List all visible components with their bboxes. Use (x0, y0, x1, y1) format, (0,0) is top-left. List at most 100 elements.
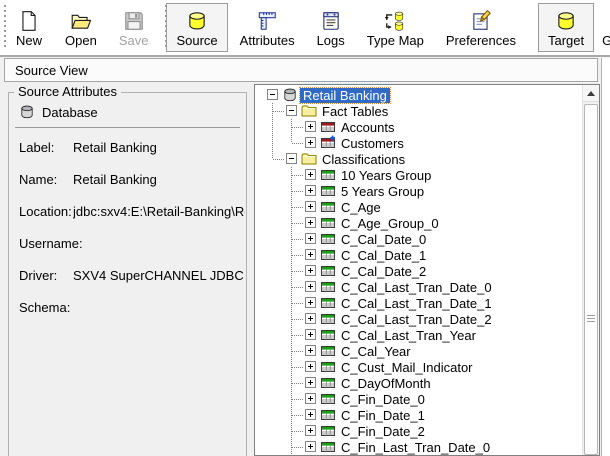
tree-expander-icon[interactable] (301, 263, 320, 279)
tree-guide-line (263, 391, 282, 407)
tree-row-customers[interactable]: Customers (255, 135, 582, 151)
toolbar-button-attributes[interactable]: Attributes (230, 3, 305, 52)
tree-node-label: 5 Years Group (338, 184, 427, 199)
tree-row-c-fin-last-tran-date-0[interactable]: C_Fin_Last_Tran_Date_0 (255, 439, 582, 455)
database-gray-icon (19, 104, 35, 120)
tree-row-c-cal-last-tran-date-2[interactable]: C_Cal_Last_Tran_Date_2 (255, 311, 582, 327)
tree-row-c-cust-mail-indicator[interactable]: C_Cust_Mail_Indicator (255, 359, 582, 375)
tree-guide-line (263, 295, 282, 311)
tree-guide-line (263, 151, 282, 167)
toolbar-button-source[interactable]: Source (166, 3, 227, 52)
attribute-field-value: jdbc:sxv4:E:\Retail-Banking\RetailBa (73, 204, 245, 219)
tree-guide-line (282, 439, 301, 455)
tree-row-c-cal-date-0[interactable]: C_Cal_Date_0 (255, 231, 582, 247)
tree-row-c-cal-last-tran-year[interactable]: C_Cal_Last_Tran_Year (255, 327, 582, 343)
tree-node-label: C_Cal_Year (338, 344, 414, 359)
tree-row-5-years-group[interactable]: 5 Years Group (255, 183, 582, 199)
scrollbar-up-button[interactable] (583, 85, 599, 102)
tree-row-c-cal-last-tran-date-1[interactable]: C_Cal_Last_Tran_Date_1 (255, 295, 582, 311)
tree-node-label: C_Cal_Date_1 (338, 248, 429, 263)
tree-row-retail-banking[interactable]: Retail Banking (255, 87, 582, 103)
tree-expander-icon[interactable] (301, 359, 320, 375)
toolbar-button-type-map[interactable]: Type Map (357, 3, 434, 52)
classification-table-icon (320, 423, 336, 439)
classification-table-icon (320, 199, 336, 215)
attribute-field-schema: Schema: (9, 291, 245, 323)
toolbar-button-new[interactable]: New (5, 3, 53, 52)
tree-row-fact-tables[interactable]: Fact Tables (255, 103, 582, 119)
toolbar-button-preferences[interactable]: Preferences (436, 3, 526, 52)
tree-row-c-age[interactable]: C_Age (255, 199, 582, 215)
database-icon (186, 10, 208, 32)
tree-expander-icon[interactable] (301, 119, 320, 135)
classification-table-icon (320, 407, 336, 423)
attribute-field-label: Label: Retail Banking (9, 131, 245, 163)
tree-guide-line (282, 327, 301, 343)
toolbar-button-g[interactable]: G (599, 3, 610, 52)
tree-row-c-cal-date-1[interactable]: C_Cal_Date_1 (255, 247, 582, 263)
tree-row-c-cal-date-2[interactable]: C_Cal_Date_2 (255, 263, 582, 279)
tree-expander-icon[interactable] (301, 311, 320, 327)
tree-expander-icon[interactable] (301, 375, 320, 391)
tree-expander-icon[interactable] (301, 407, 320, 423)
tree-guide-line (263, 119, 282, 135)
toolbar-button-save[interactable]: Save (109, 3, 159, 52)
attribute-field-label: Location: (19, 204, 73, 219)
tree-expander-icon[interactable] (301, 327, 320, 343)
tree-expander-icon[interactable] (301, 391, 320, 407)
tree-node-label: C_Fin_Date_1 (338, 408, 428, 423)
scrollbar-thumb-grip-icon (587, 315, 595, 323)
tree-expander-icon[interactable] (282, 103, 301, 119)
attribute-field-value: Retail Banking (73, 172, 245, 187)
toolbar-button-target[interactable]: Target (538, 3, 594, 52)
tree-expander-icon[interactable] (282, 151, 301, 167)
attribute-field-driver: Driver: SXV4 SuperCHANNEL JDBC Driver (9, 259, 245, 291)
tree-row-classifications[interactable]: Classifications (255, 151, 582, 167)
toolbar-button-logs[interactable]: Logs (307, 3, 355, 52)
attribute-field-name: Name: Retail Banking (9, 163, 245, 195)
logs-notepad-icon (320, 10, 342, 32)
tree-row-c-fin-date-2[interactable]: C_Fin_Date_2 (255, 423, 582, 439)
tree-row-c-cal-year[interactable]: C_Cal_Year (255, 343, 582, 359)
attributes-field-list: Label: Retail Banking Name: Retail Banki… (9, 131, 245, 323)
tree-guide-line (282, 423, 301, 439)
tree-row-10-years-group[interactable]: 10 Years Group (255, 167, 582, 183)
tree-guide-line (263, 263, 282, 279)
tree-node-label: Fact Tables (319, 104, 391, 119)
tree-expander-icon[interactable] (301, 439, 320, 455)
tree-expander-icon[interactable] (301, 215, 320, 231)
tree-guide-line (263, 343, 282, 359)
tree-expander-icon[interactable] (263, 87, 282, 103)
tree-node-label: C_Fin_Last_Tran_Date_0 (338, 440, 493, 455)
classification-table-icon (320, 327, 336, 343)
tree-expander-icon[interactable] (301, 247, 320, 263)
tree-row-c-fin-date-0[interactable]: C_Fin_Date_0 (255, 391, 582, 407)
tree-expander-icon[interactable] (301, 167, 320, 183)
classification-table-icon (320, 215, 336, 231)
tree-expander-icon[interactable] (301, 135, 320, 151)
tree-node-label: C_Cal_Last_Tran_Year (338, 328, 479, 343)
tree-expander-icon[interactable] (301, 199, 320, 215)
tree-row-c-fin-date-1[interactable]: C_Fin_Date_1 (255, 407, 582, 423)
tree-node-label: C_Age_Group_0 (338, 216, 442, 231)
tree-expander-icon[interactable] (301, 295, 320, 311)
scrollbar-thumb[interactable] (584, 104, 598, 455)
classification-table-icon (320, 343, 336, 359)
tree-row-c-dayofmonth[interactable]: C_DayOfMonth (255, 375, 582, 391)
tree-node-label: C_Cal_Date_0 (338, 232, 429, 247)
tree-expander-icon[interactable] (301, 343, 320, 359)
tree-scrollbar[interactable] (582, 85, 599, 455)
tree-expander-icon[interactable] (301, 231, 320, 247)
tree-expander-icon[interactable] (301, 183, 320, 199)
source-attributes-group: Source Attributes Database Label: Retail… (8, 92, 247, 456)
tree-guide-line (282, 215, 301, 231)
tree-expander-icon[interactable] (301, 279, 320, 295)
toolbar-button-open[interactable]: Open (55, 3, 107, 52)
tree-row-accounts[interactable]: Accounts (255, 119, 582, 135)
tree-node-label: C_Cal_Last_Tran_Date_1 (338, 296, 495, 311)
tree-guide-line (263, 199, 282, 215)
tree-expander-icon[interactable] (301, 423, 320, 439)
tree-row-c-cal-last-tran-date-0[interactable]: C_Cal_Last_Tran_Date_0 (255, 279, 582, 295)
tree-row-c-age-group-0[interactable]: C_Age_Group_0 (255, 215, 582, 231)
tree-guide-line (282, 199, 301, 215)
